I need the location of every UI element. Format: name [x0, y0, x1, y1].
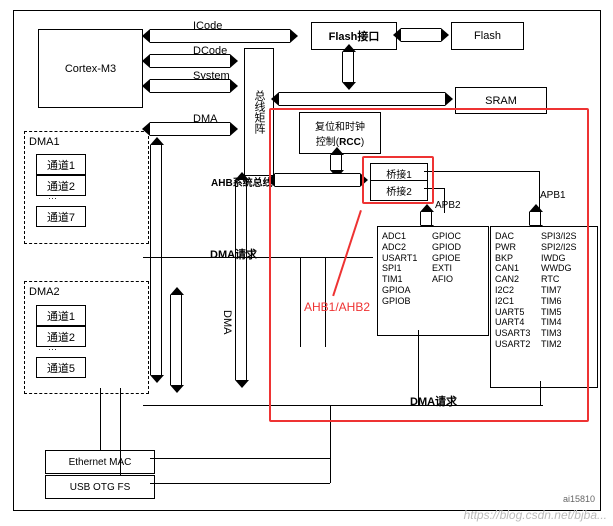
dma-side-label: DMA — [221, 310, 233, 334]
dma-req1-label: DMA请求 — [210, 246, 257, 262]
red-text: AHB1/AHB2 — [304, 300, 370, 314]
doc-id: ai15810 — [563, 494, 595, 504]
eth-conn2 — [120, 388, 121, 475]
dcode-arrow — [150, 54, 230, 68]
cortex-m3-block: Cortex-M3 — [38, 29, 143, 108]
dma-arrow — [150, 122, 230, 136]
sram-arrow — [279, 92, 445, 106]
system-arrow — [150, 79, 230, 93]
dma1-ch1: 通道1 — [36, 154, 86, 175]
dma-side-varrow — [235, 180, 247, 380]
flash-link-arrow — [401, 28, 441, 42]
dma1-ch7: 通道7 — [36, 206, 86, 227]
eth-hline — [150, 458, 330, 459]
dma2-varrow — [170, 295, 182, 385]
flash-if-down — [342, 52, 354, 82]
dma2-ch5: 通道5 — [36, 357, 86, 378]
stm32-bus-diagram: Cortex-M3 ICode DCode System DMA 总线矩阵 DM… — [0, 0, 613, 526]
red-bridge-box — [362, 156, 434, 204]
dma2-ch2: 通道2 — [36, 326, 86, 347]
dma1-varrow — [150, 145, 162, 375]
ahb-label: AHB系统总线 — [211, 174, 273, 189]
dma2-label: DMA2 — [29, 286, 60, 298]
usb-hline — [150, 483, 330, 484]
matrix-label: 总线矩阵 — [251, 90, 267, 134]
usb-block: USB OTG FS — [45, 475, 155, 499]
cortex-label: Cortex-M3 — [65, 63, 116, 75]
watermark: https://blog.csdn.net/bjba... — [464, 508, 607, 522]
flash-block: Flash — [451, 22, 524, 50]
icode-arrow — [150, 29, 290, 43]
dma1-dots: ··· — [48, 193, 57, 203]
eth-conn1 — [100, 388, 101, 450]
dma2-ch1: 通道1 — [36, 305, 86, 326]
eth-block: Ethernet MAC — [45, 450, 155, 474]
dma2-dots: ··· — [48, 344, 57, 354]
dma1-label: DMA1 — [29, 136, 60, 148]
dma1-ch2: 通道2 — [36, 175, 86, 196]
